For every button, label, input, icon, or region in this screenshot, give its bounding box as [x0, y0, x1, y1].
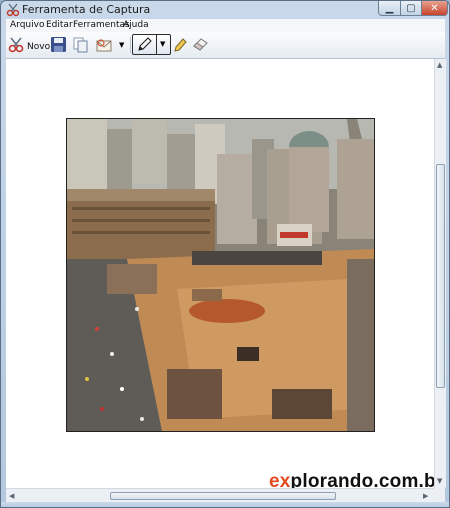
- close-button[interactable]: ✕: [421, 1, 448, 16]
- copy-icon: [72, 36, 89, 56]
- scissors-icon: [8, 37, 24, 56]
- scissors-app-icon: [6, 3, 20, 17]
- window-title: Ferramenta de Captura: [22, 3, 151, 16]
- toolbar: Novo ▼ ▼: [6, 32, 445, 59]
- save-button[interactable]: [50, 36, 67, 56]
- toolbar-separator: [130, 37, 131, 53]
- menu-bar: Arquivo Editar Ferramentas Ajuda: [6, 19, 445, 32]
- highlighter-button[interactable]: [172, 36, 188, 56]
- vertical-scroll-thumb[interactable]: [436, 164, 445, 388]
- scroll-left-arrow-icon[interactable]: ◀: [9, 492, 14, 500]
- scrollbar-corner: [434, 488, 445, 502]
- pen-split-divider: [156, 35, 157, 54]
- send-email-icon: [95, 36, 113, 56]
- pen-dropdown-arrow-icon[interactable]: ▼: [160, 40, 165, 48]
- dropdown-arrow-icon: ▼: [119, 41, 125, 49]
- minimize-icon: ▁: [385, 2, 394, 14]
- title-bar[interactable]: Ferramenta de Captura ▁ ▢ ✕: [1, 1, 449, 19]
- vertical-scrollbar[interactable]: ▲ ▼: [434, 59, 446, 488]
- menu-arquivo[interactable]: Arquivo: [10, 20, 44, 30]
- scroll-up-arrow-icon[interactable]: ▲: [437, 61, 442, 69]
- menu-ferramentas[interactable]: Ferramentas: [73, 20, 130, 30]
- scroll-down-arrow-icon[interactable]: ▼: [437, 477, 442, 485]
- new-snip-button[interactable]: Novo: [8, 37, 50, 56]
- eraser-icon: [192, 37, 209, 54]
- snipping-tool-window: Ferramenta de Captura ▁ ▢ ✕ Arquivo Edit…: [0, 0, 450, 508]
- new-snip-label: Novo: [27, 41, 51, 52]
- scroll-right-arrow-icon[interactable]: ▶: [423, 492, 428, 500]
- save-icon: [50, 36, 67, 56]
- window-bottom-border: [1, 502, 449, 507]
- eraser-button[interactable]: [192, 37, 209, 54]
- minimize-button[interactable]: ▁: [378, 1, 401, 16]
- horizontal-scrollbar[interactable]: ◀ ▶: [6, 488, 434, 503]
- snip-canvas[interactable]: explorando.com.br: [6, 59, 443, 492]
- menu-ajuda[interactable]: Ajuda: [123, 20, 149, 30]
- maximize-button[interactable]: ▢: [400, 1, 422, 16]
- copy-button[interactable]: [72, 36, 89, 56]
- pen-tool-button[interactable]: ▼: [132, 34, 171, 55]
- captured-image: [66, 118, 375, 432]
- horizontal-scroll-thumb[interactable]: [110, 492, 336, 500]
- pen-icon: [136, 36, 153, 56]
- maximize-icon: ▢: [406, 2, 416, 14]
- highlighter-icon: [172, 36, 188, 56]
- close-icon: ✕: [430, 2, 439, 14]
- menu-editar[interactable]: Editar: [46, 20, 73, 30]
- send-snip-button[interactable]: [95, 36, 113, 56]
- send-snip-dropdown[interactable]: ▼: [119, 41, 124, 49]
